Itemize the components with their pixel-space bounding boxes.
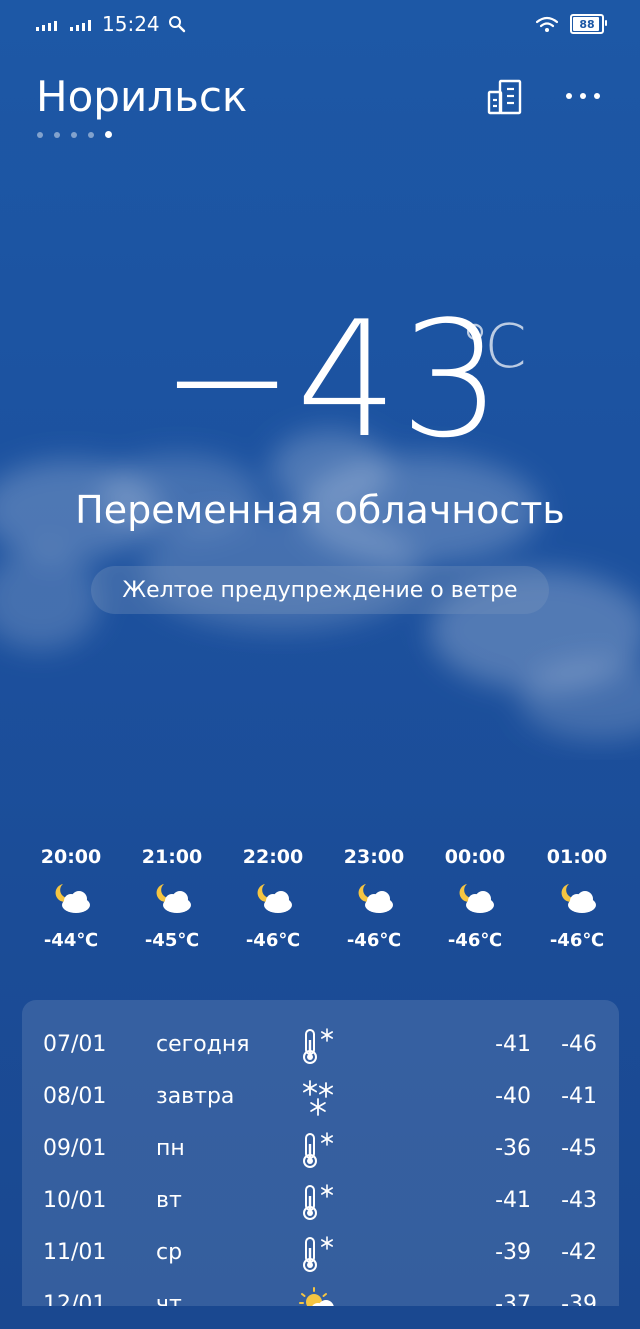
moon-cloud-icon — [257, 884, 292, 913]
day-high-temp: -40 — [495, 1084, 531, 1109]
moon-cloud-icon — [459, 884, 494, 913]
search-icon — [168, 16, 185, 33]
status-time: 15:24 — [102, 12, 160, 36]
day-low-temp: -46 — [561, 1032, 597, 1057]
daily-row[interactable]: 08/01 завтра -40 -41 — [22, 1072, 619, 1124]
day-date: 08/01 — [43, 1084, 107, 1109]
day-date: 09/01 — [43, 1136, 107, 1161]
battery-icon: 88 — [570, 14, 607, 34]
battery-level: 88 — [579, 17, 595, 31]
hourly-item: 20:00 -44℃ — [21, 840, 121, 951]
daily-row[interactable]: 11/01 ср -39 -42 — [22, 1228, 619, 1280]
hour-time: 21:00 — [141, 846, 203, 868]
day-date: 10/01 — [43, 1188, 107, 1213]
daily-row[interactable]: 10/01 вт -41 -43 — [22, 1176, 619, 1228]
hour-time: 22:00 — [242, 846, 304, 868]
hourly-forecast[interactable]: 20:00 -44℃ 21:00 -45℃ 22:00 -46℃ 23:00 -… — [0, 840, 640, 970]
day-low-temp: -43 — [561, 1188, 597, 1213]
hourly-item: 23:00 -46℃ — [324, 840, 424, 951]
page-dot — [88, 131, 94, 138]
day-name: пн — [156, 1136, 185, 1161]
moon-cloud-icon — [156, 884, 191, 913]
hour-temp: -46℃ — [346, 930, 402, 951]
day-low-temp: -41 — [561, 1084, 597, 1109]
signal-strength-icon — [36, 21, 57, 31]
wifi-icon — [536, 16, 558, 32]
hourly-item: 22:00 -46℃ — [223, 840, 323, 951]
daily-row[interactable]: 09/01 пн -36 -45 — [22, 1124, 619, 1176]
more-dots-icon — [566, 93, 600, 99]
hour-time: 23:00 — [343, 846, 405, 868]
day-name: ср — [156, 1240, 183, 1265]
day-high-temp: -41 — [495, 1188, 531, 1213]
hour-temp: -45℃ — [144, 930, 200, 951]
day-date: 11/01 — [43, 1240, 107, 1265]
hourly-item: 00:00 -46℃ — [425, 840, 525, 951]
hour-temp: -46℃ — [447, 930, 503, 951]
city-list-button[interactable] — [484, 78, 526, 118]
hour-time: 00:00 — [444, 846, 506, 868]
weather-screen: 15:24 88 Норильск −43 ℃ Переменная облач… — [0, 0, 640, 1329]
cold-thermometer-icon — [303, 1184, 334, 1220]
day-name: завтра — [156, 1084, 235, 1109]
page-dot — [71, 131, 77, 138]
hour-temp: -44℃ — [43, 930, 99, 951]
day-high-temp: -37 — [495, 1292, 531, 1306]
status-right: 88 — [536, 14, 607, 34]
hour-temp: -46℃ — [549, 930, 605, 951]
hourly-item: 01:00 -46℃ — [527, 840, 627, 951]
hourly-item: 21:00 -45℃ — [122, 840, 222, 951]
page-indicator — [37, 131, 112, 138]
cold-thermometer-icon — [303, 1028, 334, 1064]
page-dot — [54, 131, 60, 138]
current-condition: Переменная облачность — [75, 488, 565, 532]
current-temperature: −43 — [160, 286, 504, 473]
hour-time: 01:00 — [546, 846, 608, 868]
daily-row[interactable]: 12/01 чт -37 -39 — [22, 1280, 619, 1306]
day-date: 12/01 — [43, 1292, 107, 1306]
moon-cloud-icon — [358, 884, 393, 913]
hour-temp: -46℃ — [245, 930, 301, 951]
snowflakes-icon — [303, 1080, 333, 1116]
day-low-temp: -45 — [561, 1136, 597, 1161]
day-name: вт — [156, 1188, 182, 1213]
daily-row[interactable]: 07/01 сегодня -41 -46 — [22, 1020, 619, 1072]
more-options-button[interactable] — [560, 80, 606, 112]
status-left: 15:24 — [36, 12, 186, 36]
day-name: чт — [156, 1292, 182, 1306]
city-title: Норильск — [36, 72, 248, 121]
temperature-unit: ℃ — [460, 312, 528, 382]
hour-time: 20:00 — [40, 846, 102, 868]
status-bar: 15:24 88 — [0, 0, 640, 50]
day-high-temp: -41 — [495, 1032, 531, 1057]
day-high-temp: -39 — [495, 1240, 531, 1265]
wind-warning-button[interactable]: Желтое предупреждение о ветре — [91, 566, 549, 614]
page-dot — [37, 131, 43, 138]
day-date: 07/01 — [43, 1032, 107, 1057]
day-name: сегодня — [156, 1032, 250, 1057]
day-high-temp: -36 — [495, 1136, 531, 1161]
signal-strength-icon — [70, 20, 91, 31]
sun-cloud-icon — [299, 1287, 334, 1306]
moon-cloud-icon — [561, 884, 596, 913]
day-low-temp: -42 — [561, 1240, 597, 1265]
page-dot-active — [105, 131, 112, 138]
cold-thermometer-icon — [303, 1236, 334, 1272]
moon-cloud-icon — [55, 884, 90, 913]
city-buildings-icon — [487, 79, 522, 115]
daily-forecast-panel[interactable]: 07/01 сегодня -41 -46 08/01 завтра -40 -… — [22, 1000, 619, 1306]
day-low-temp: -39 — [561, 1292, 597, 1306]
cold-thermometer-icon — [303, 1132, 334, 1168]
